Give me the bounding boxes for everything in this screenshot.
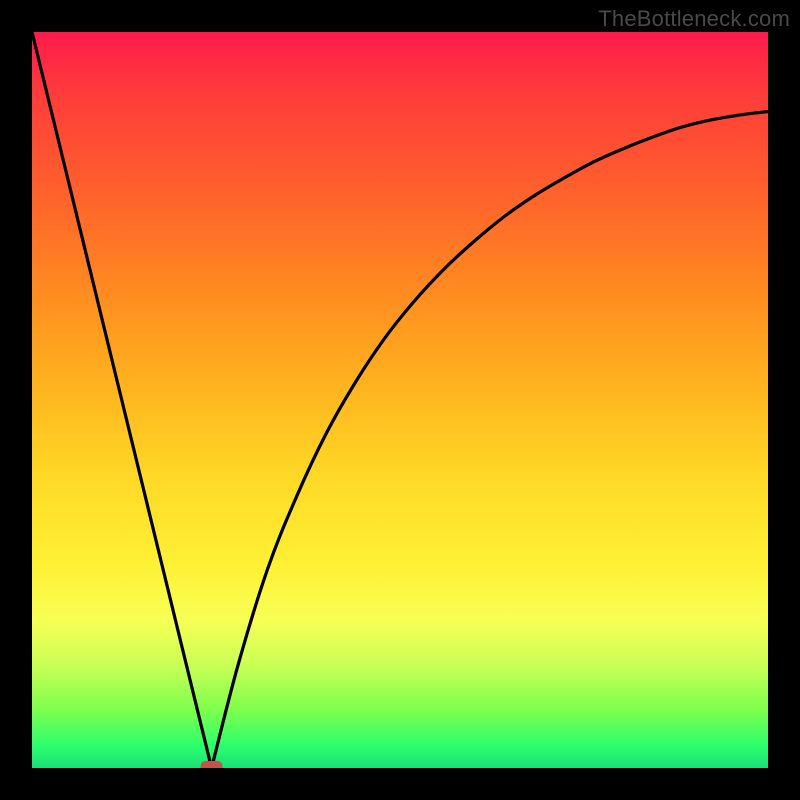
watermark-text: TheBottleneck.com [598,6,790,32]
plot-background-gradient [32,32,768,768]
chart-frame: TheBottleneck.com [0,0,800,800]
